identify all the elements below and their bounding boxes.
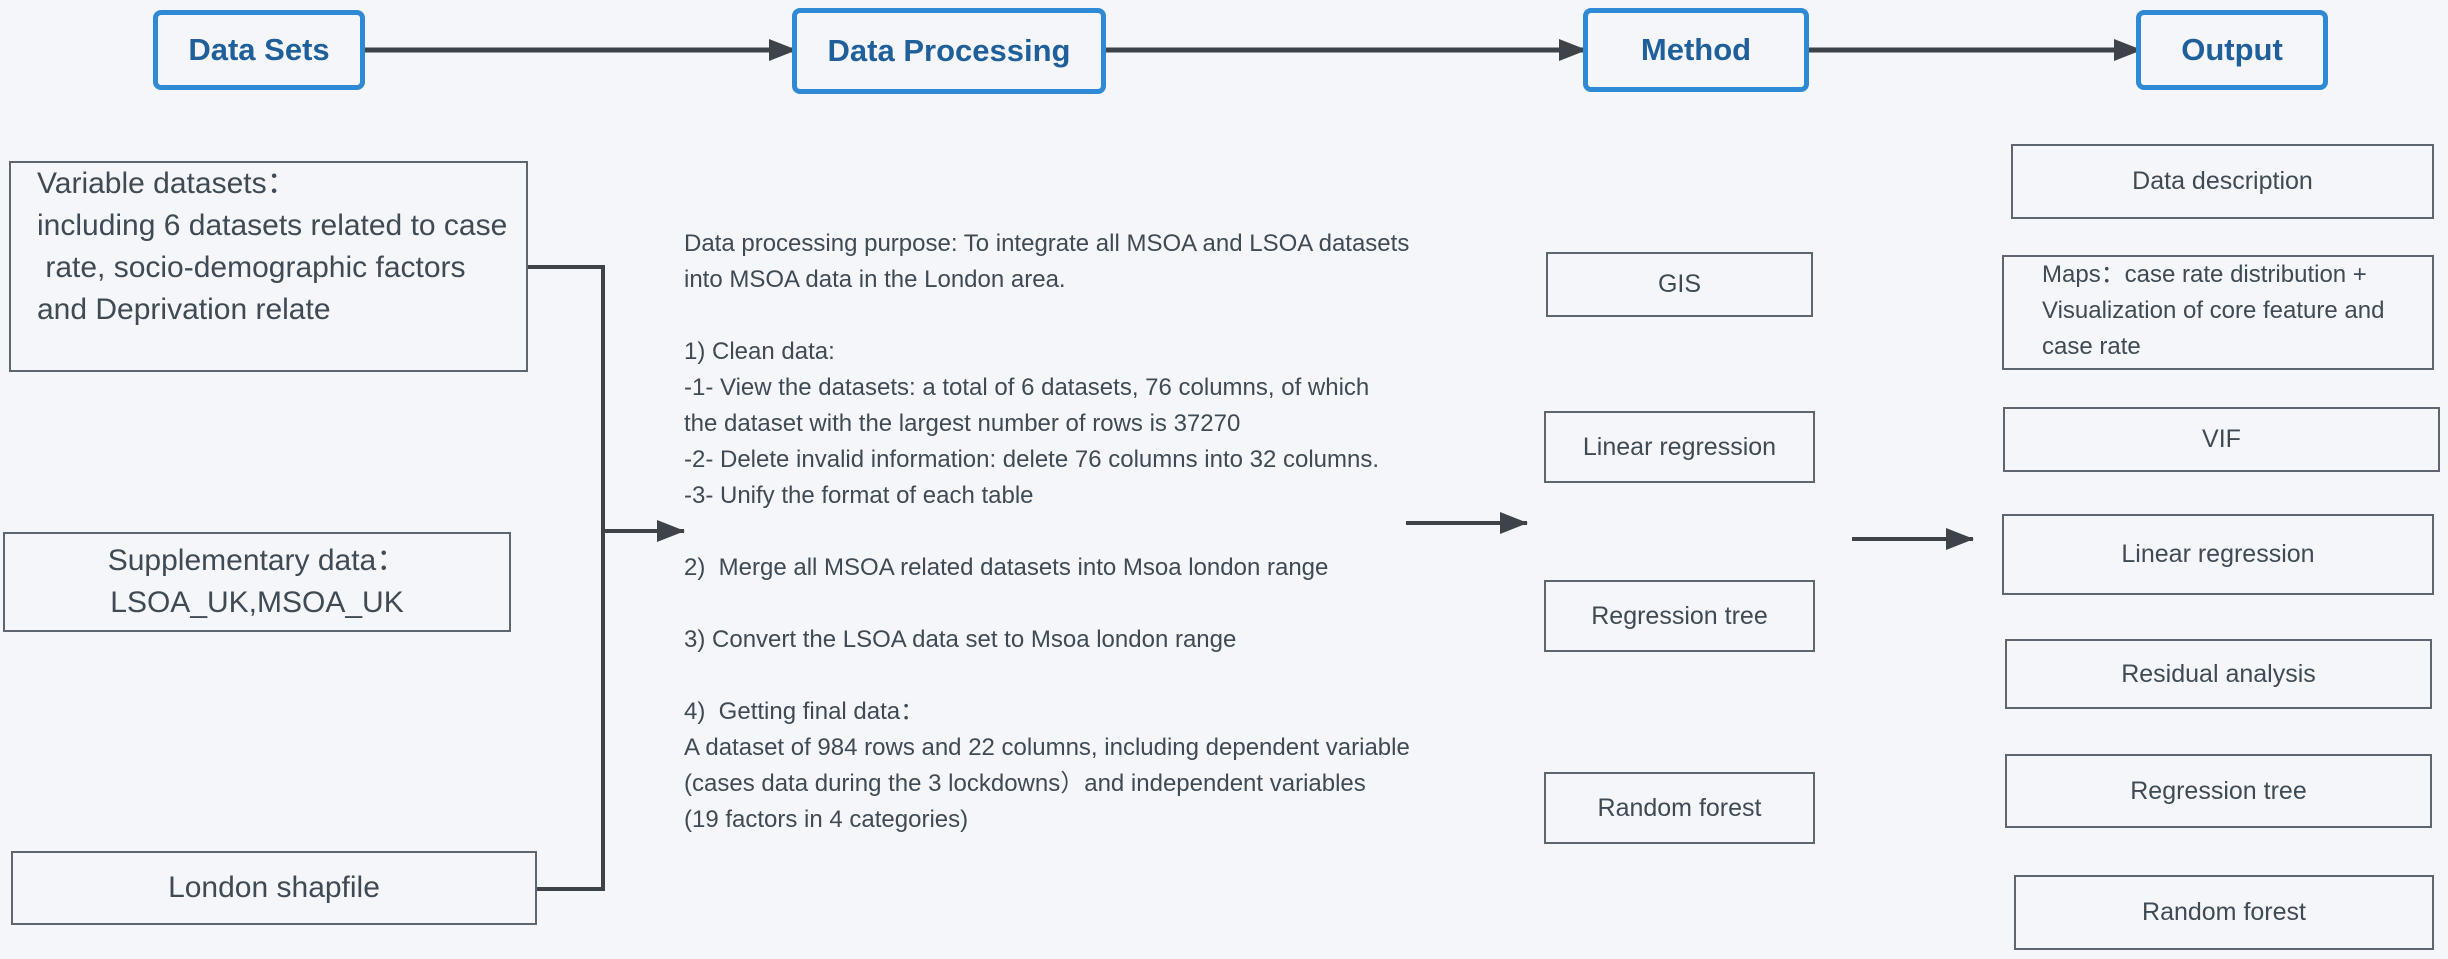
processing-line: -2- Delete invalid information: delete 7…	[684, 446, 1380, 473]
processing-line: into MSOA data in the London area.	[684, 266, 1066, 293]
processing-line: 4) Getting final data：	[684, 698, 925, 725]
processing-line: 3) Convert the LSOA data set to Msoa lon…	[684, 626, 1237, 653]
output-maps-box: Maps：case rate distribution + Visualizat…	[2002, 255, 2434, 370]
variable-datasets-title: Variable datasets：	[37, 167, 297, 200]
output-data-description-box: Data description	[2011, 144, 2434, 219]
method-random-forest-box: Random forest	[1544, 772, 1815, 844]
supplementary-data-box: Supplementary data： LSOA_UK,MSOA_UK	[3, 532, 511, 632]
header-data-sets: Data Sets	[153, 10, 365, 90]
header-output: Output	[2136, 10, 2328, 90]
method-gis-box: GIS	[1546, 252, 1813, 317]
processing-line: A dataset of 984 rows and 22 columns, in…	[684, 734, 1410, 761]
processing-line	[684, 298, 1464, 334]
processing-line	[684, 658, 1464, 694]
variable-datasets-box: Variable datasets： including 6 datasets …	[9, 161, 528, 372]
method-linear-regression-box: Linear regression	[1544, 411, 1815, 483]
header-data-processing: Data Processing	[792, 8, 1106, 94]
processing-line: Data processing purpose: To integrate al…	[684, 230, 1410, 257]
london-shapefile-box: London shapfile	[11, 851, 537, 925]
output-vif-box: VIF	[2003, 407, 2440, 472]
variable-datasets-line4: and Deprivation relate	[37, 293, 331, 326]
output-residual-analysis-box: Residual analysis	[2005, 639, 2432, 709]
variable-datasets-line3: rate, socio-demographic factors	[37, 251, 466, 284]
processing-line: -3- Unify the format of each table	[684, 482, 1034, 509]
bracket-variable	[526, 265, 605, 891]
output-maps-line1: Maps：case rate distribution +	[2042, 261, 2367, 288]
processing-line	[684, 586, 1464, 622]
header-method: Method	[1583, 8, 1809, 92]
method-regression-tree-box: Regression tree	[1544, 580, 1815, 652]
processing-line: -1- View the datasets: a total of 6 data…	[684, 374, 1370, 401]
supplementary-data-values: LSOA_UK,MSOA_UK	[110, 586, 404, 619]
processing-line: (19 factors in 4 categories)	[684, 806, 969, 833]
output-maps-line2: Visualization of core feature and	[2042, 297, 2385, 324]
output-maps-line3: case rate	[2042, 333, 2141, 360]
processing-line: 1) Clean data:	[684, 338, 835, 365]
processing-line	[684, 514, 1464, 550]
processing-description: Data processing purpose: To integrate al…	[684, 226, 1464, 838]
supplementary-data-title: Supplementary data：	[107, 544, 407, 577]
output-linear-regression-box: Linear regression	[2002, 514, 2434, 595]
output-regression-tree-box: Regression tree	[2005, 754, 2432, 828]
flowchart: Data Sets Data Processing Method Output …	[0, 0, 2448, 959]
processing-line: 2) Merge all MSOA related datasets into …	[684, 554, 1329, 581]
variable-datasets-line2: including 6 datasets related to case	[37, 209, 508, 242]
processing-line: the dataset with the largest number of r…	[684, 410, 1241, 437]
processing-line: (cases data during the 3 lockdowns）and i…	[684, 770, 1366, 797]
output-random-forest-box: Random forest	[2014, 875, 2434, 950]
